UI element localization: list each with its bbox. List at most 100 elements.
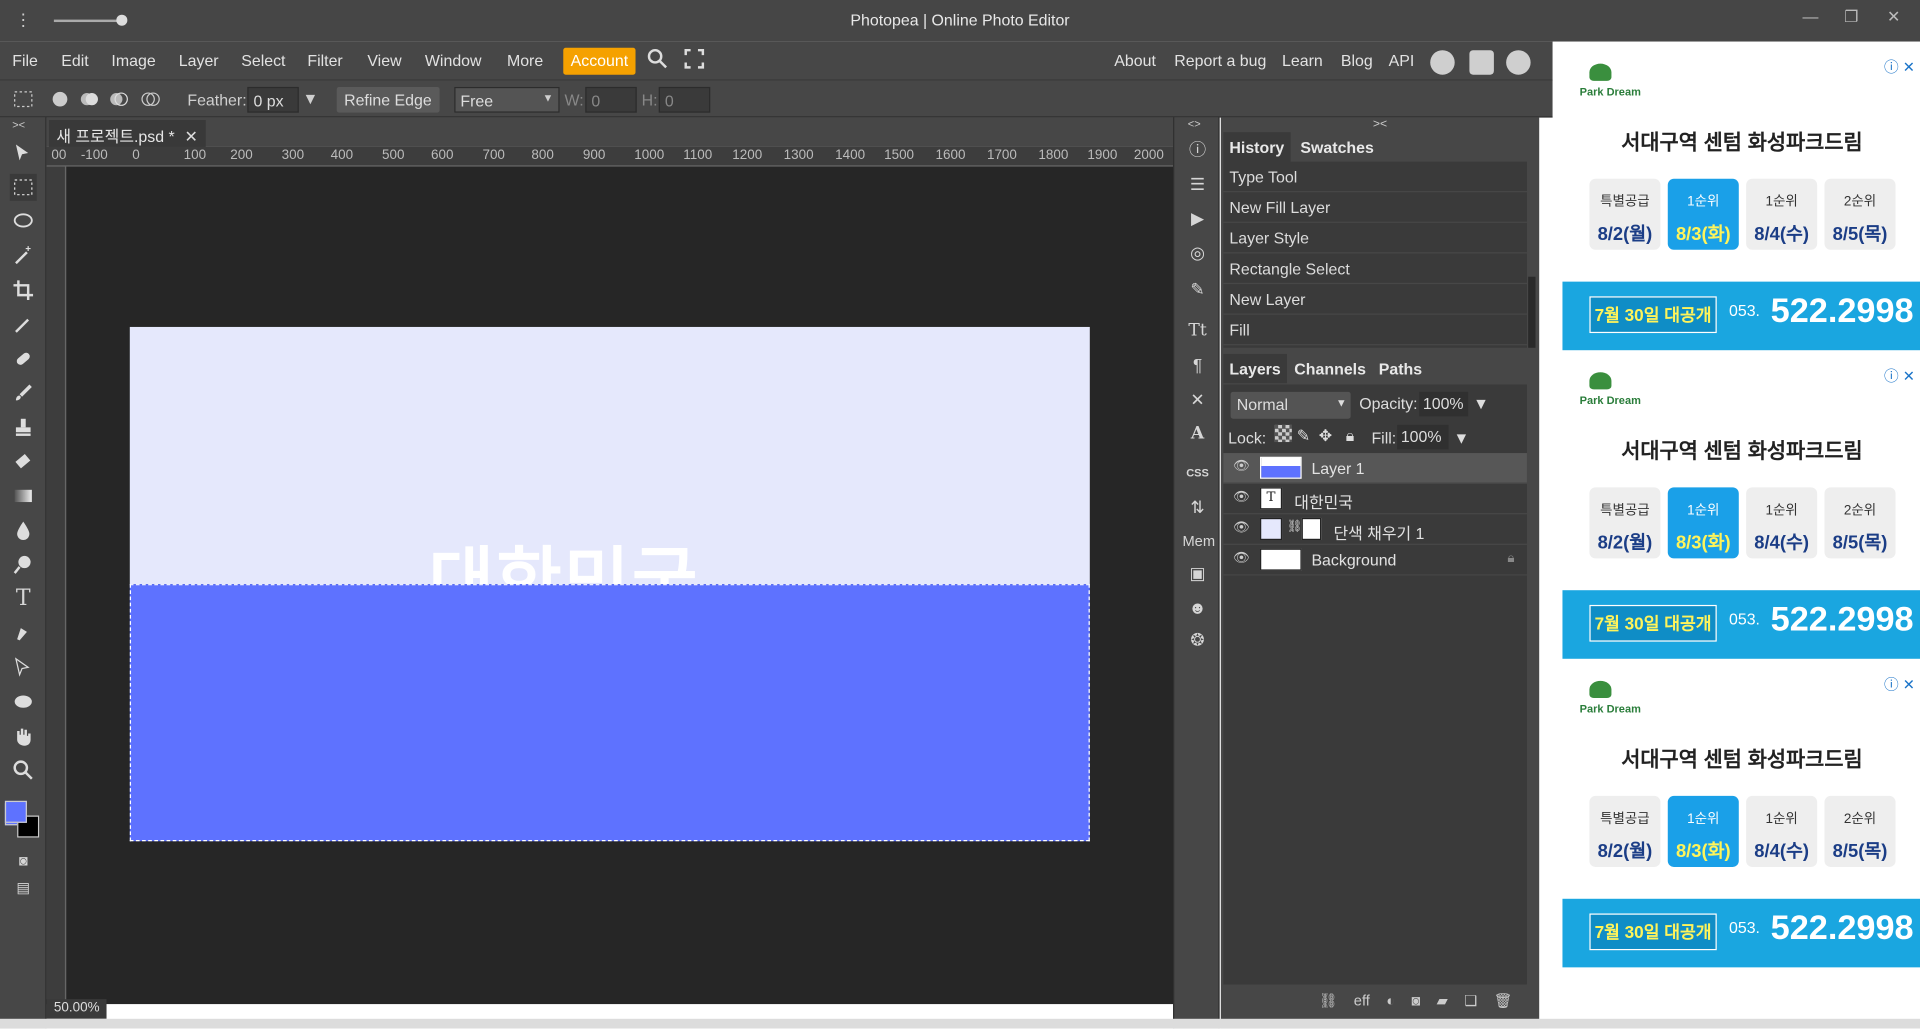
add-mask-icon[interactable]: ◙ bbox=[1411, 992, 1420, 1009]
layer-row-fill[interactable]: 👁︎ ⛓︎ 단색 채우기 1 bbox=[1223, 514, 1527, 545]
canvas-top-area[interactable]: 대한민국 bbox=[129, 326, 1090, 585]
menu-file[interactable]: File bbox=[12, 51, 38, 69]
layer-row-background[interactable]: 👁︎ Background 🔒︎ bbox=[1223, 545, 1527, 576]
info-icon[interactable]: ⓘ bbox=[1182, 135, 1214, 164]
crop-tool-icon[interactable] bbox=[10, 277, 37, 304]
layer-row-layer-1[interactable]: 👁︎ Layer 1 bbox=[1223, 453, 1527, 484]
feather-input[interactable]: 0 px bbox=[247, 86, 299, 113]
3d-icon[interactable]: ❂ bbox=[1182, 624, 1214, 653]
paragraph-icon[interactable]: ¶ bbox=[1182, 350, 1214, 379]
histogram-icon[interactable]: ⇅ bbox=[1182, 492, 1214, 521]
ad-close-icon[interactable]: ⓘ ✕ bbox=[1884, 365, 1915, 386]
layer-row-text[interactable]: 👁︎ T 대한민국 bbox=[1223, 484, 1527, 515]
screen-mode-icon[interactable]: ▤ bbox=[10, 874, 37, 901]
quick-mask-icon[interactable]: ◙ bbox=[10, 847, 37, 874]
close-tab-icon[interactable]: ✕ bbox=[184, 127, 197, 145]
fill-input[interactable]: 100% bbox=[1397, 424, 1449, 450]
new-layer-icon[interactable]: ❏ bbox=[1464, 992, 1477, 1009]
blog-link[interactable]: Blog bbox=[1341, 51, 1373, 69]
zoom-tool-icon[interactable] bbox=[10, 757, 37, 784]
brush-settings-icon[interactable]: ✎ bbox=[1182, 274, 1214, 303]
history-item[interactable]: New Fill Layer bbox=[1223, 192, 1527, 223]
workspace[interactable]: 대한민국 bbox=[66, 166, 1174, 1005]
lock-all-icon[interactable]: 🔒︎ bbox=[1346, 426, 1354, 446]
layer-effects-button[interactable]: eff bbox=[1354, 992, 1370, 1009]
subtract-selection-icon[interactable] bbox=[108, 88, 130, 114]
menu-select[interactable]: Select bbox=[241, 51, 285, 69]
image-panel-icon[interactable]: ▣ bbox=[1182, 558, 1214, 587]
feather-dropdown-icon[interactable]: ▼ bbox=[302, 89, 318, 107]
delete-layer-icon[interactable]: 🗑︎ bbox=[1494, 992, 1513, 1009]
menu-filter[interactable]: Filter bbox=[307, 51, 342, 69]
lock-paint-icon[interactable]: ✎ bbox=[1297, 426, 1310, 446]
visibility-eye-icon[interactable]: 👁︎ bbox=[1233, 519, 1250, 536]
facebook-icon[interactable] bbox=[1506, 50, 1531, 75]
lasso-tool-icon[interactable] bbox=[10, 208, 37, 235]
magic-wand-tool-icon[interactable] bbox=[10, 242, 37, 269]
account-button[interactable]: Account bbox=[563, 47, 636, 75]
eyedropper-tool-icon[interactable] bbox=[10, 311, 37, 338]
history-item[interactable]: Fill bbox=[1223, 315, 1527, 346]
close-button[interactable]: ✕ bbox=[1887, 7, 1900, 27]
adjustment-layer-icon[interactable]: ◐ bbox=[1386, 992, 1395, 1009]
opacity-input[interactable]: 100% bbox=[1419, 391, 1469, 417]
ad-close-icon[interactable]: ⓘ ✕ bbox=[1884, 56, 1915, 77]
new-group-icon[interactable]: ▰ bbox=[1437, 992, 1448, 1009]
history-item[interactable]: Layer Style bbox=[1223, 223, 1527, 254]
ellipse-tool-icon[interactable] bbox=[10, 688, 37, 715]
fullscreen-icon[interactable] bbox=[683, 48, 705, 74]
tab-channels[interactable]: Channels bbox=[1288, 354, 1372, 383]
reddit-icon[interactable] bbox=[1430, 50, 1455, 75]
clone-stamp-tool-icon[interactable] bbox=[10, 414, 37, 441]
document-tab[interactable]: 새 프로젝트.psd * ✕ bbox=[48, 120, 206, 147]
height-input[interactable]: 0 bbox=[658, 86, 711, 113]
restore-button[interactable]: ❐ bbox=[1844, 7, 1858, 27]
glyphs-icon[interactable]: A bbox=[1182, 419, 1214, 448]
dodge-tool-icon[interactable] bbox=[10, 551, 37, 578]
menu-image[interactable]: Image bbox=[111, 51, 155, 69]
adjustments-icon[interactable]: ☰ bbox=[1182, 169, 1214, 198]
tab-paths[interactable]: Paths bbox=[1373, 354, 1429, 383]
visibility-eye-icon[interactable]: 👁︎ bbox=[1233, 489, 1250, 506]
ad-close-icon[interactable]: ⓘ ✕ bbox=[1884, 673, 1915, 694]
menu-view[interactable]: View bbox=[367, 51, 401, 69]
path-select-tool-icon[interactable] bbox=[10, 654, 37, 681]
panels-collapse-icon[interactable]: >< bbox=[1221, 118, 1539, 133]
marquee-tool-icon[interactable] bbox=[12, 88, 34, 114]
search-icon[interactable] bbox=[647, 48, 669, 74]
learn-link[interactable]: Learn bbox=[1282, 51, 1323, 69]
menu-window[interactable]: Window bbox=[425, 51, 482, 69]
emoji-icon[interactable]: ☻ bbox=[1182, 593, 1214, 622]
type-tool-icon[interactable]: T bbox=[10, 585, 37, 612]
css-icon[interactable]: CSS bbox=[1182, 458, 1214, 487]
selection-fill-area[interactable] bbox=[129, 584, 1090, 842]
refine-edge-button[interactable]: Refine Edge bbox=[336, 86, 440, 113]
tab-layers[interactable]: Layers bbox=[1223, 353, 1287, 384]
history-item[interactable]: New Layer bbox=[1223, 284, 1527, 315]
tab-history[interactable]: History bbox=[1223, 132, 1291, 162]
visibility-eye-icon[interactable]: 👁︎ bbox=[1233, 458, 1250, 475]
history-item[interactable]: Rectangle Select bbox=[1223, 253, 1527, 285]
navigator-icon[interactable]: ◎ bbox=[1182, 238, 1214, 267]
add-selection-icon[interactable] bbox=[78, 88, 100, 114]
history-item[interactable]: Type Tool bbox=[1223, 162, 1527, 193]
healing-brush-tool-icon[interactable] bbox=[10, 345, 37, 372]
minimize-button[interactable]: — bbox=[1802, 7, 1818, 25]
api-link[interactable]: API bbox=[1389, 51, 1415, 69]
mask-link-icon[interactable]: ⛓︎ bbox=[1287, 520, 1303, 533]
brush-tool-icon[interactable] bbox=[10, 380, 37, 407]
hand-tool-icon[interactable] bbox=[10, 722, 37, 749]
menu-more[interactable]: More bbox=[507, 51, 543, 69]
lock-transparency-icon[interactable] bbox=[1274, 424, 1292, 443]
new-selection-icon[interactable] bbox=[49, 88, 71, 114]
iconcol-collapse-icon[interactable]: <> bbox=[1188, 118, 1201, 130]
history-scrollbar[interactable] bbox=[1528, 276, 1536, 348]
intersect-selection-icon[interactable] bbox=[140, 88, 162, 114]
report-bug-link[interactable]: Report a bug bbox=[1174, 51, 1266, 69]
eraser-tool-icon[interactable] bbox=[10, 448, 37, 475]
width-input[interactable]: 0 bbox=[585, 86, 637, 113]
visibility-eye-icon[interactable]: 👁︎ bbox=[1233, 550, 1250, 567]
memory-icon[interactable]: Mem bbox=[1178, 527, 1220, 556]
about-link[interactable]: About bbox=[1114, 51, 1156, 69]
tab-swatches[interactable]: Swatches bbox=[1294, 132, 1380, 161]
